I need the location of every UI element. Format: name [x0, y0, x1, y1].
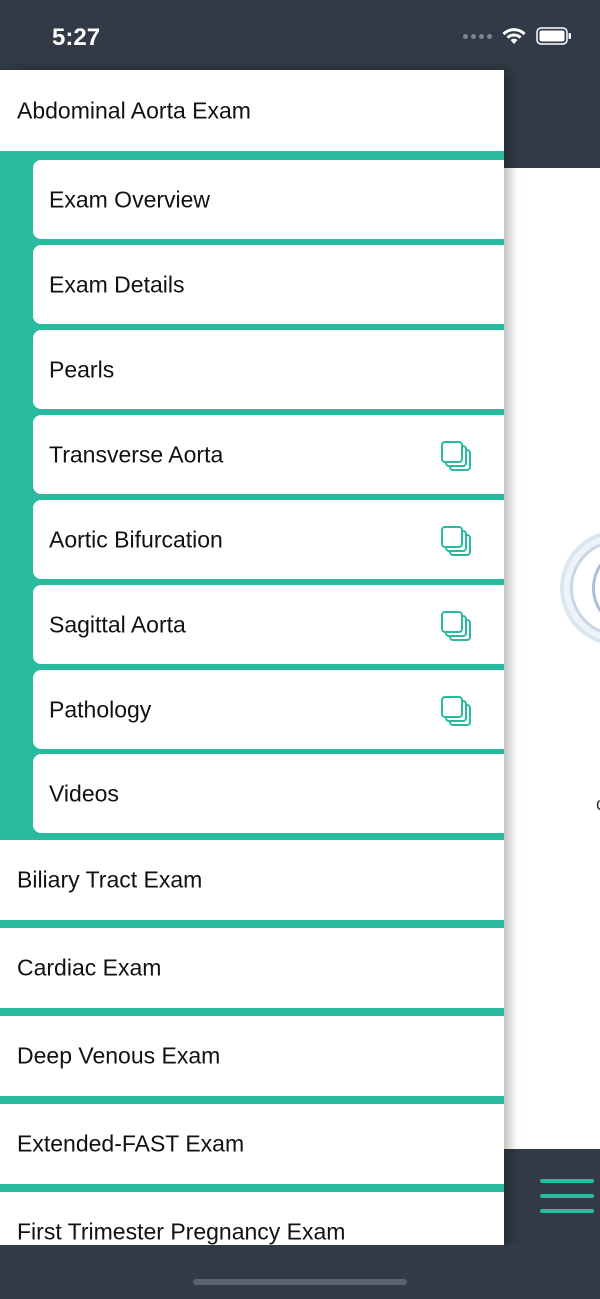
gallery-icon	[441, 611, 471, 641]
sub-item-label: Exam Details	[49, 271, 185, 297]
sub-item-label: Transverse Aorta	[49, 441, 224, 467]
sub-item-pathology[interactable]: Pathology	[33, 670, 504, 749]
battery-icon	[536, 27, 571, 45]
sub-item-label: Exam Overview	[49, 186, 211, 212]
app-footer	[504, 1149, 600, 1245]
section-label: First Trimester Pregnancy Exam	[17, 1218, 346, 1245]
gallery-icon	[441, 696, 471, 726]
home-indicator[interactable]	[193, 1279, 407, 1285]
section-extended-fast-exam[interactable]: Extended-FAST Exam	[0, 1104, 504, 1184]
gallery-icon	[441, 526, 471, 556]
home-bar	[0, 1245, 600, 1299]
sub-item-label: Aortic Bifurcation	[49, 526, 223, 552]
section-label: Biliary Tract Exam	[17, 866, 203, 893]
section-first-trimester-pregnancy-exam[interactable]: First Trimester Pregnancy Exam	[0, 1192, 504, 1245]
app-header	[504, 70, 600, 168]
wifi-icon	[502, 28, 526, 44]
sub-item-videos[interactable]: Videos	[33, 754, 504, 833]
sub-item-pearls[interactable]: Pearls	[33, 330, 504, 409]
sub-item-transverse-aorta[interactable]: Transverse Aorta	[33, 415, 504, 494]
status-icons	[463, 27, 572, 45]
sub-item-label: Pathology	[49, 696, 152, 722]
section-abdominal-aorta-exam[interactable]: Abdominal Aorta Exam	[0, 70, 504, 151]
section-cardiac-exam[interactable]: Cardiac Exam	[0, 928, 504, 1008]
sub-item-label: Videos	[49, 780, 119, 806]
sub-item-exam-details[interactable]: Exam Details	[33, 245, 504, 324]
section-label: Extended-FAST Exam	[17, 1130, 245, 1157]
menu-icon[interactable]	[540, 1179, 594, 1224]
signal-dots-icon	[463, 33, 492, 39]
section-label: Abdominal Aorta Exam	[17, 97, 251, 123]
section-label: Deep Venous Exam	[17, 1042, 221, 1069]
gallery-icon	[441, 441, 471, 471]
status-time: 5:27	[52, 24, 101, 51]
section-biliary-tract-exam[interactable]: Biliary Tract Exam	[0, 840, 504, 920]
main-content: c	[504, 168, 600, 1149]
sub-item-exam-overview[interactable]: Exam Overview	[33, 160, 504, 239]
sub-item-aortic-bifurcation[interactable]: Aortic Bifurcation	[33, 500, 504, 579]
section-deep-venous-exam[interactable]: Deep Venous Exam	[0, 1016, 504, 1096]
sub-item-label: Pearls	[49, 356, 115, 382]
section-label: Cardiac Exam	[17, 954, 162, 981]
sub-item-sagittal-aorta[interactable]: Sagittal Aorta	[33, 585, 504, 664]
sub-item-label: Sagittal Aorta	[49, 611, 186, 637]
status-bar: 5:27	[0, 0, 600, 70]
content-fragment: c	[596, 794, 600, 815]
navigation-drawer: Abdominal Aorta Exam Exam Overview Exam …	[0, 70, 504, 1245]
